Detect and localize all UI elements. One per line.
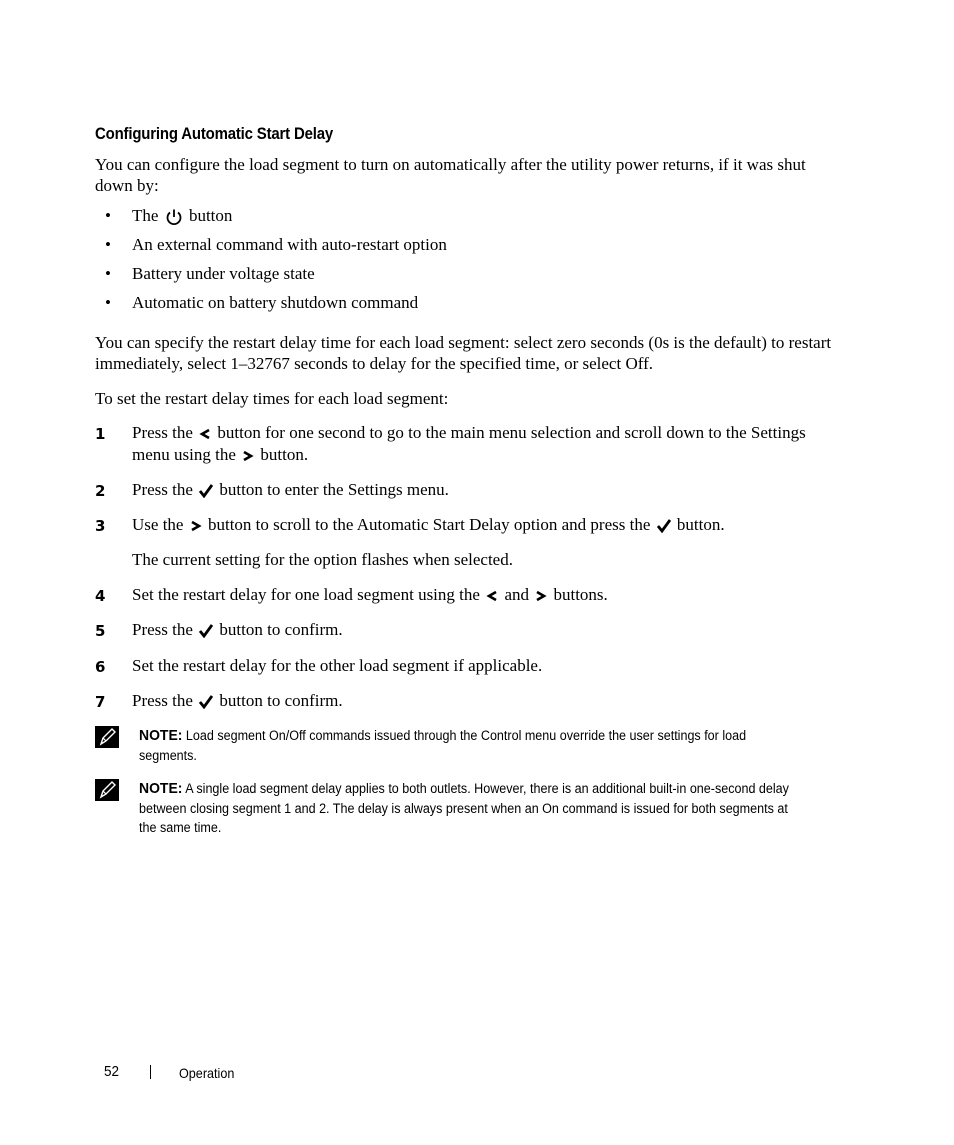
step-fragment: Use the bbox=[132, 515, 184, 534]
step-fragment: button for one second to go to the main … bbox=[132, 423, 806, 464]
step-fragment: button. bbox=[260, 445, 309, 464]
note: NOTE: A single load segment delay applie… bbox=[139, 779, 801, 838]
step-text: Press the button to confirm. bbox=[132, 619, 832, 641]
bullet-dot: • bbox=[105, 206, 111, 225]
step-text: Press the button to enter the Settings m… bbox=[132, 479, 832, 501]
bullet-text: The bbox=[132, 206, 159, 225]
step-text: Press the button for one second to go to… bbox=[132, 422, 832, 466]
checkmark-icon bbox=[656, 519, 671, 534]
chevron-right-icon bbox=[536, 590, 547, 602]
delay-paragraph: You can specify the restart delay time f… bbox=[95, 333, 832, 373]
chevron-left-icon bbox=[199, 428, 210, 440]
instructions-intro: To set the restart delay times for each … bbox=[95, 389, 449, 408]
note-text: Load segment On/Off commands issued thro… bbox=[139, 728, 747, 763]
page-number: 52 bbox=[104, 1063, 120, 1080]
footer-section: Operation bbox=[179, 1065, 235, 1081]
note: NOTE: Load segment On/Off commands issue… bbox=[139, 726, 801, 765]
note-pencil-icon bbox=[95, 779, 119, 801]
note-label: NOTE: bbox=[139, 780, 183, 797]
chevron-right-icon bbox=[191, 520, 202, 532]
bullet-text: button bbox=[188, 206, 233, 225]
step-text: Set the restart delay for one load segme… bbox=[132, 584, 832, 606]
step-fragment: Set the restart delay for one load segme… bbox=[132, 585, 480, 604]
section-heading: Configuring Automatic Start Delay bbox=[95, 124, 334, 143]
step-text: Set the restart delay for the other load… bbox=[132, 656, 543, 675]
step-fragment: button to confirm. bbox=[219, 691, 343, 710]
step-number: 1 bbox=[95, 425, 106, 443]
checkmark-icon bbox=[199, 624, 214, 639]
step-fragment: Press the bbox=[132, 691, 193, 710]
note-text: A single load segment delay applies to b… bbox=[139, 781, 789, 835]
note-label: NOTE: bbox=[139, 727, 183, 744]
note-pencil-icon bbox=[95, 726, 119, 748]
step-number: 5 bbox=[95, 622, 106, 640]
step-fragment: button. bbox=[676, 515, 725, 534]
step-number: 7 bbox=[95, 693, 106, 711]
step-text: Use the button to scroll to the Automati… bbox=[132, 514, 852, 536]
bullet-item: Battery under voltage state bbox=[132, 264, 315, 283]
step-number: 6 bbox=[95, 658, 106, 676]
step-fragment: and bbox=[504, 585, 529, 604]
bullet-item: The button bbox=[132, 206, 232, 226]
step-fragment: Press the bbox=[132, 620, 193, 639]
bullet-item: An external command with auto-restart op… bbox=[132, 235, 447, 254]
checkmark-icon bbox=[199, 484, 214, 499]
step-fragment: Press the bbox=[132, 480, 193, 499]
step-fragment: button to confirm. bbox=[219, 620, 343, 639]
intro-paragraph: You can configure the load segment to tu… bbox=[95, 155, 806, 195]
checkmark-icon bbox=[199, 695, 214, 710]
bullet-item: Automatic on battery shutdown command bbox=[132, 293, 419, 312]
step-number: 2 bbox=[95, 482, 106, 500]
step-number: 4 bbox=[95, 587, 106, 605]
step-fragment: button to enter the Settings menu. bbox=[219, 480, 449, 499]
step-number: 3 bbox=[95, 517, 106, 535]
step-subtext: The current setting for the option flash… bbox=[132, 550, 513, 569]
chevron-right-icon bbox=[243, 450, 254, 462]
step-fragment: buttons. bbox=[553, 585, 608, 604]
power-icon bbox=[166, 209, 182, 226]
step-fragment: Press the bbox=[132, 423, 193, 442]
bullet-dot: • bbox=[105, 293, 111, 312]
footer-separator bbox=[150, 1065, 151, 1079]
bullet-dot: • bbox=[105, 235, 111, 254]
step-text: Press the button to confirm. bbox=[132, 690, 832, 712]
chevron-left-icon bbox=[486, 590, 497, 602]
bullet-dot: • bbox=[105, 264, 111, 283]
step-fragment: button to scroll to the Automatic Start … bbox=[207, 515, 651, 534]
